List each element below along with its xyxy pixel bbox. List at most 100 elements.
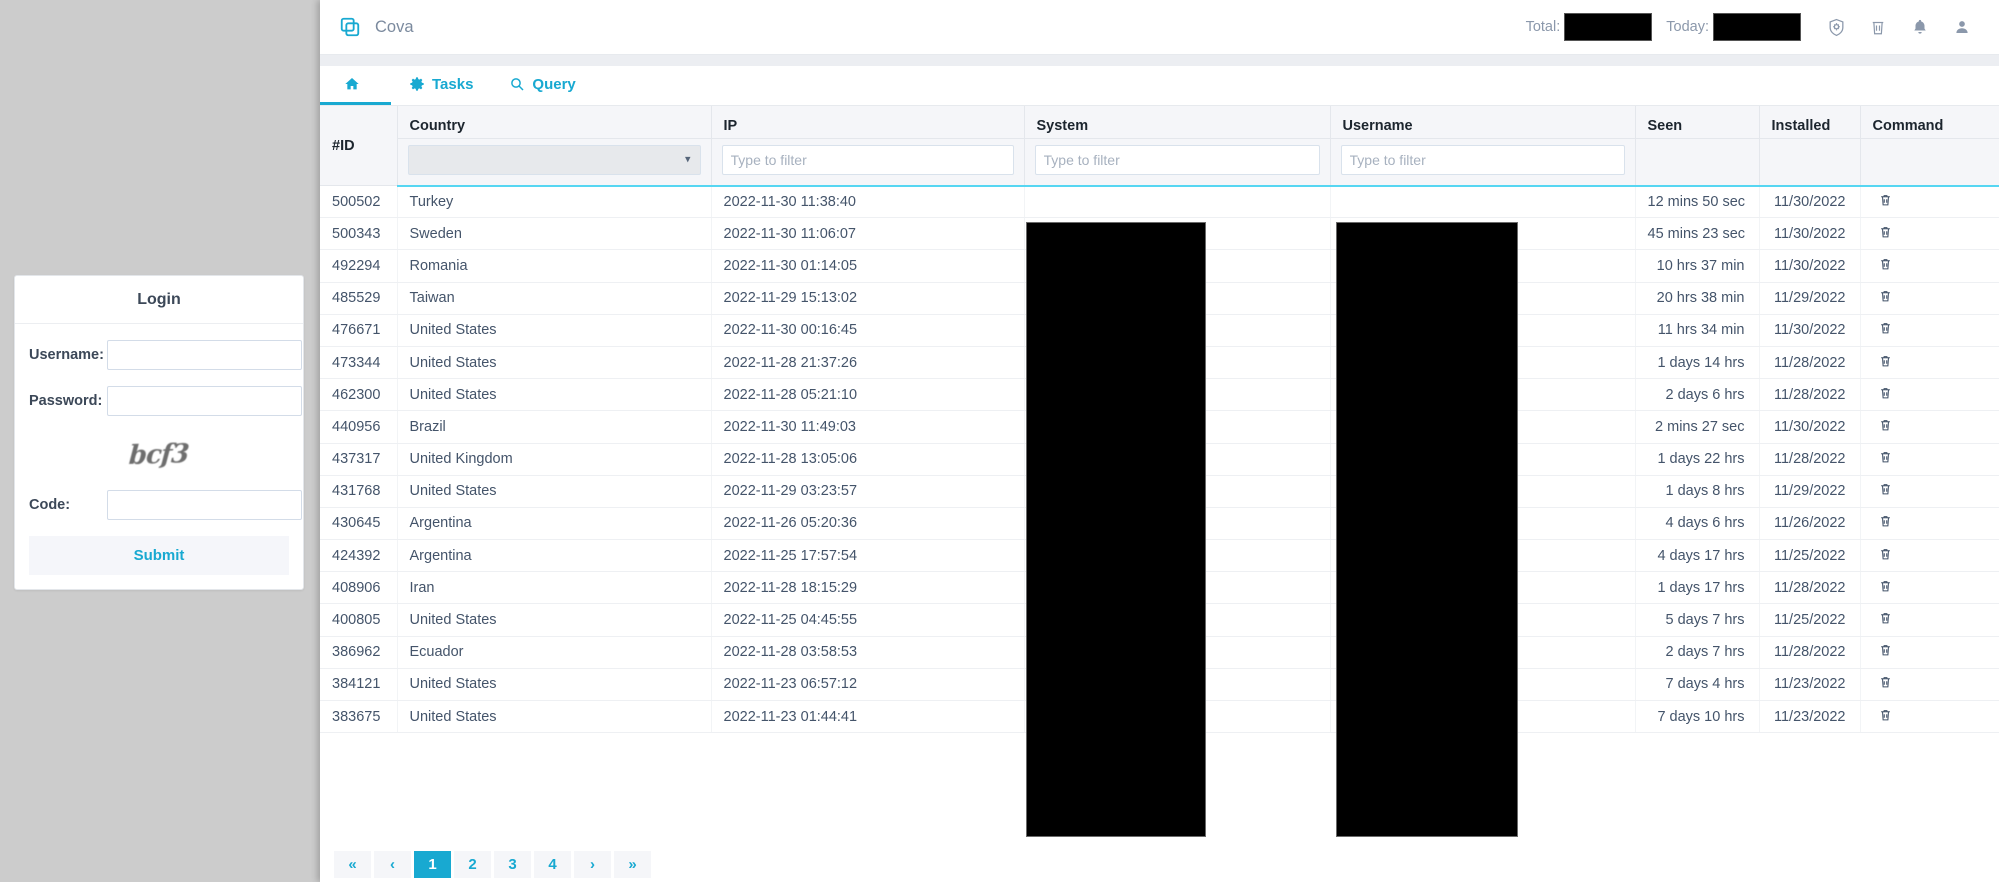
- bell-icon[interactable]: [1899, 8, 1941, 46]
- delete-row-trash-icon[interactable]: [1879, 418, 1892, 432]
- delete-row-trash-icon[interactable]: [1879, 225, 1892, 239]
- cell-country: Ecuador: [397, 636, 711, 668]
- cell-id: 431768: [320, 475, 397, 507]
- system-filter-input[interactable]: [1035, 145, 1320, 175]
- column-header-installed[interactable]: Installed: [1759, 106, 1860, 138]
- page-last-button[interactable]: »: [614, 851, 651, 878]
- page-next-button[interactable]: ›: [574, 851, 611, 878]
- table-row[interactable]: 500502Turkey2022-11-30 11:38:4012 mins 5…: [320, 186, 1999, 218]
- password-row: Password:: [29, 386, 289, 416]
- delete-row-trash-icon[interactable]: [1879, 675, 1892, 689]
- delete-row-trash-icon[interactable]: [1879, 514, 1892, 528]
- column-header-command[interactable]: Command: [1860, 106, 1999, 138]
- total-stat: Total:: [1526, 13, 1653, 41]
- cell-country: United States: [397, 379, 711, 411]
- home-icon: [344, 76, 360, 92]
- page-first-button[interactable]: «: [334, 851, 371, 878]
- cell-command: [1860, 314, 1999, 346]
- submit-button[interactable]: Submit: [29, 536, 289, 575]
- cell-installed: 11/30/2022: [1759, 186, 1860, 218]
- page-button-3[interactable]: 3: [494, 851, 531, 878]
- delete-row-trash-icon[interactable]: [1879, 708, 1892, 722]
- cell-ip: 2022-11-25 04:45:55: [711, 604, 1024, 636]
- cell-command: [1860, 572, 1999, 604]
- code-row: Code:: [29, 490, 289, 520]
- cell-system: [1024, 186, 1330, 218]
- page-prev-button[interactable]: ‹: [374, 851, 411, 878]
- brand[interactable]: Cova: [320, 16, 414, 38]
- user-icon[interactable]: [1941, 8, 1983, 46]
- column-header-country[interactable]: Country: [397, 106, 711, 138]
- cell-seen: 1 days 22 hrs: [1635, 443, 1759, 475]
- cell-installed: 11/28/2022: [1759, 379, 1860, 411]
- shield-icon[interactable]: [1815, 8, 1857, 46]
- captcha-image: bcf3: [128, 439, 190, 471]
- cell-installed: 11/29/2022: [1759, 475, 1860, 507]
- tab-home[interactable]: [320, 66, 391, 105]
- cell-command: [1860, 701, 1999, 733]
- delete-row-trash-icon[interactable]: [1879, 547, 1892, 561]
- delete-row-trash-icon[interactable]: [1879, 257, 1892, 271]
- delete-row-trash-icon[interactable]: [1879, 193, 1892, 207]
- cell-id: 440956: [320, 411, 397, 443]
- cell-country: United States: [397, 475, 711, 507]
- country-filter-select[interactable]: [408, 145, 701, 175]
- cell-command: [1860, 282, 1999, 314]
- cell-seen: 1 days 14 hrs: [1635, 346, 1759, 378]
- cell-command: [1860, 636, 1999, 668]
- cell-seen: 1 days 8 hrs: [1635, 475, 1759, 507]
- delete-row-trash-icon[interactable]: [1879, 611, 1892, 625]
- page-button-1[interactable]: 1: [414, 851, 451, 878]
- cell-command: [1860, 475, 1999, 507]
- cell-installed: 11/28/2022: [1759, 636, 1860, 668]
- cell-seen: 4 days 6 hrs: [1635, 507, 1759, 539]
- cell-ip: 2022-11-30 11:49:03: [711, 411, 1024, 443]
- trash-icon[interactable]: [1857, 8, 1899, 46]
- cell-ip: 2022-11-26 05:20:36: [711, 507, 1024, 539]
- page-button-4[interactable]: 4: [534, 851, 571, 878]
- column-header-ip[interactable]: IP: [711, 106, 1024, 138]
- delete-row-trash-icon[interactable]: [1879, 482, 1892, 496]
- cell-ip: 2022-11-25 17:57:54: [711, 540, 1024, 572]
- column-header-seen[interactable]: Seen: [1635, 106, 1759, 138]
- cell-id: 462300: [320, 379, 397, 411]
- filter-cell-system: [1024, 138, 1330, 186]
- column-header-username[interactable]: Username: [1330, 106, 1635, 138]
- cell-id: 383675: [320, 701, 397, 733]
- delete-row-trash-icon[interactable]: [1879, 289, 1892, 303]
- delete-row-trash-icon[interactable]: [1879, 643, 1892, 657]
- cell-ip: 2022-11-30 11:38:40: [711, 186, 1024, 218]
- cell-command: [1860, 668, 1999, 700]
- cell-country: Taiwan: [397, 282, 711, 314]
- total-value-redacted: [1564, 13, 1652, 41]
- delete-row-trash-icon[interactable]: [1879, 579, 1892, 593]
- tab-tasks[interactable]: Tasks: [391, 66, 491, 105]
- password-label: Password:: [29, 393, 107, 409]
- cell-ip: 2022-11-30 11:06:07: [711, 218, 1024, 250]
- cell-ip: 2022-11-30 01:14:05: [711, 250, 1024, 282]
- cell-id: 476671: [320, 314, 397, 346]
- delete-row-trash-icon[interactable]: [1879, 321, 1892, 335]
- cell-country: United States: [397, 668, 711, 700]
- cell-seen: 2 mins 27 sec: [1635, 411, 1759, 443]
- delete-row-trash-icon[interactable]: [1879, 354, 1892, 368]
- login-panel: Login Username: Password: bcf3 Code: Sub…: [14, 275, 304, 590]
- cell-installed: 11/26/2022: [1759, 507, 1860, 539]
- delete-row-trash-icon[interactable]: [1879, 450, 1892, 464]
- cell-ip: 2022-11-28 05:21:10: [711, 379, 1024, 411]
- ip-filter-input[interactable]: [722, 145, 1014, 175]
- cell-installed: 11/30/2022: [1759, 218, 1860, 250]
- cell-seen: 45 mins 23 sec: [1635, 218, 1759, 250]
- page-button-2[interactable]: 2: [454, 851, 491, 878]
- column-header-system[interactable]: System: [1024, 106, 1330, 138]
- cell-installed: 11/28/2022: [1759, 443, 1860, 475]
- username-filter-input[interactable]: [1341, 145, 1625, 175]
- username-input[interactable]: [107, 340, 302, 370]
- column-header-id[interactable]: #ID: [320, 106, 397, 186]
- cell-command: [1860, 540, 1999, 572]
- password-input[interactable]: [107, 386, 302, 416]
- code-input[interactable]: [107, 490, 302, 520]
- tab-query[interactable]: Query: [491, 66, 593, 105]
- login-title: Login: [15, 276, 303, 324]
- delete-row-trash-icon[interactable]: [1879, 386, 1892, 400]
